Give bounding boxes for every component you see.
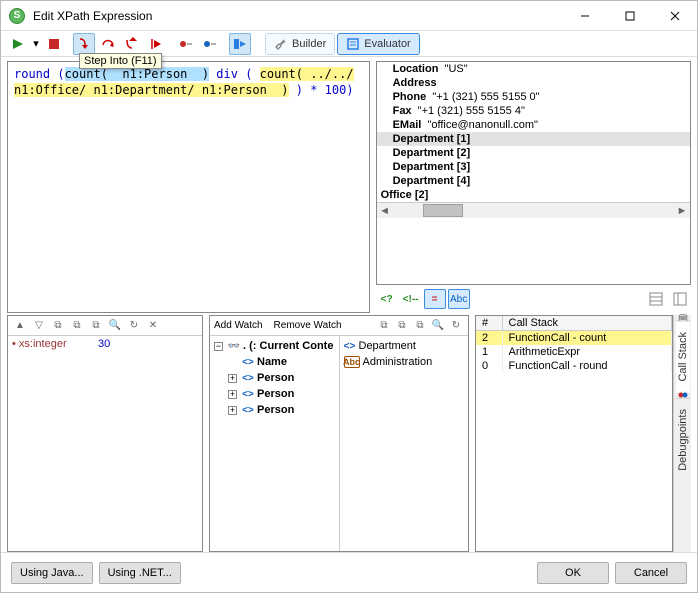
tree-item[interactable]: Department [3] [377,160,690,174]
var-paste-icon[interactable]: ⧉ [88,318,104,334]
tree-item[interactable]: Department [1] [377,132,690,146]
step-into-button[interactable] [73,33,95,55]
tree-toolbar: <? <!-- = Abc [376,285,691,313]
tree-item[interactable]: Fax "+1 (321) 555 5155 4" [377,104,690,118]
callstack-panel: # Call Stack 2FunctionCall - count1Arith… [475,315,673,552]
watch-row[interactable]: +<>Person [210,386,339,402]
var-delete-icon[interactable]: ✕ [145,318,161,334]
cancel-button[interactable]: Cancel [615,562,687,584]
watch-right-column[interactable]: <>DepartmentAbcAdministration [340,336,469,551]
watch-refresh-icon[interactable]: ↻ [448,318,464,334]
editor-highlight-current: count( ../../ [260,67,354,81]
evaluator-icon [346,37,360,51]
dialog-footer: Using Java... Using .NET... OK Cancel [1,552,697,592]
tab-callstack[interactable]: Call Stack [676,321,690,392]
comment-mode-button[interactable]: <!-- [400,289,422,309]
add-watch-link[interactable]: Add Watch [214,320,263,331]
view-grid-button[interactable] [645,289,667,309]
variables-list[interactable]: xs:integer30 [8,336,202,551]
debug-mode-button[interactable] [229,33,251,55]
wrench-icon [274,37,288,51]
evaluator-mode-button[interactable]: Evaluator [337,33,419,55]
context-tree-pane: Location "US"AddressPhone "+1 (321) 555 … [376,61,691,313]
editor-highlight-current: n1:Office/ n1:Department/ n1:Person ) [14,83,289,97]
remove-watch-link[interactable]: Remove Watch [274,320,342,331]
watch-panel: Add Watch Remove Watch ⧉ ⧉ ⧉ 🔍 ↻ −👓. (: … [209,315,469,552]
step-over-button[interactable] [97,33,119,55]
watch-search-icon[interactable]: 🔍 [430,318,446,334]
variables-toolbar: ▲ ▽ ⧉ ⧉ ⧉ 🔍 ↻ ✕ [8,316,202,336]
using-java-button[interactable]: Using Java... [11,562,93,584]
watch-row[interactable]: +<>Person [210,370,339,386]
evaluator-label: Evaluator [364,38,410,50]
tree-scrollbar[interactable]: ◄► [377,202,690,218]
view-list-button[interactable] [669,289,691,309]
callstack-table[interactable]: # Call Stack 2FunctionCall - count1Arith… [476,316,672,373]
window-title: Edit XPath Expression [33,9,152,23]
app-icon: S [9,8,25,24]
tooltip: Step Into (F11) [79,53,162,69]
builder-label: Builder [292,38,326,50]
tree-item[interactable]: Phone "+1 (321) 555 5155 0" [377,90,690,104]
context-tree[interactable]: Location "US"AddressPhone "+1 (321) 555 … [376,61,691,285]
editor-text: div ( [209,67,260,81]
stop-button[interactable] [43,33,65,55]
watch-row[interactable]: <>Name [210,354,339,370]
tree-item[interactable]: EMail "office@nanonull.com" [377,118,690,132]
editor-text: ) * 100) [289,83,354,97]
step-out-button[interactable] [121,33,143,55]
variables-panel: ▲ ▽ ⧉ ⧉ ⧉ 🔍 ↻ ✕ xs:integer30 [7,315,203,552]
step-to-cursor-button[interactable] [145,33,167,55]
bottom-area: ▲ ▽ ⧉ ⧉ ⧉ 🔍 ↻ ✕ xs:integer30 Add Watch R… [1,315,697,552]
breakpoint-button[interactable] [175,33,197,55]
watch-toolbar: Add Watch Remove Watch ⧉ ⧉ ⧉ 🔍 ↻ [210,316,468,336]
tree-item[interactable]: Department [2] [377,146,690,160]
tab-debugpoints[interactable]: Debugpoints [676,398,690,481]
using-net-button[interactable]: Using .NET... [99,562,181,584]
var-refresh-icon[interactable]: ↻ [126,318,142,334]
stack-row[interactable]: 1ArithmeticExpr [476,345,672,359]
stack-row[interactable]: 0FunctionCall - round [476,359,672,373]
watch-copy-icon[interactable]: ⧉ [376,318,392,334]
watch-paste-icon[interactable]: ⧉ [412,318,428,334]
editor-highlight-count: count( n1:Person ) [65,67,210,81]
watch-value-row[interactable]: <>Department [340,338,469,354]
run-menu-dropdown[interactable]: ▾ [31,33,41,55]
var-copy2-icon[interactable]: ⧉ [69,318,85,334]
close-button[interactable] [652,1,697,31]
watch-row[interactable]: −👓. (: Current Conte [210,338,339,354]
maximize-button[interactable] [607,1,652,31]
text-mode-button[interactable]: Abc [448,289,470,309]
watch-left-column[interactable]: −👓. (: Current Conte<>Name+<>Person+<>Pe… [210,336,340,551]
xml-mode-button[interactable]: <? [376,289,398,309]
watch-value-row[interactable]: AbcAdministration [340,354,469,370]
middle-area: round (count( n1:Person ) div ( count( .… [1,57,697,315]
minimize-button[interactable] [562,1,607,31]
tree-item[interactable]: Office [2] [377,188,690,202]
col-index[interactable]: # [476,316,502,331]
editor-text: round ( [14,67,65,81]
var-copy-icon[interactable]: ⧉ [50,318,66,334]
watch-row[interactable]: +<>Person [210,402,339,418]
stack-row[interactable]: 2FunctionCall - count [476,331,672,346]
var-down-icon[interactable]: ▽ [31,318,47,334]
var-up-icon[interactable]: ▲ [12,318,28,334]
main-toolbar: ▾ Builder Evaluator Step Into (F11) [1,31,697,57]
builder-mode-button[interactable]: Builder [265,33,335,55]
variable-row[interactable]: xs:integer30 [8,336,202,352]
side-tabs: Call Stack Debugpoints [673,315,691,552]
ok-button[interactable]: OK [537,562,609,584]
title-bar: S Edit XPath Expression [1,1,697,31]
run-button[interactable] [7,33,29,55]
watch-copy2-icon[interactable]: ⧉ [394,318,410,334]
tree-item[interactable]: Location "US" [377,62,690,76]
col-name[interactable]: Call Stack [502,316,672,331]
tree-item[interactable]: Address [377,76,690,90]
var-search-icon[interactable]: 🔍 [107,318,123,334]
xpath-editor[interactable]: round (count( n1:Person ) div ( count( .… [7,61,370,313]
tracepoint-button[interactable] [199,33,221,55]
attr-mode-button[interactable]: = [424,289,446,309]
tree-item[interactable]: Department [4] [377,174,690,188]
